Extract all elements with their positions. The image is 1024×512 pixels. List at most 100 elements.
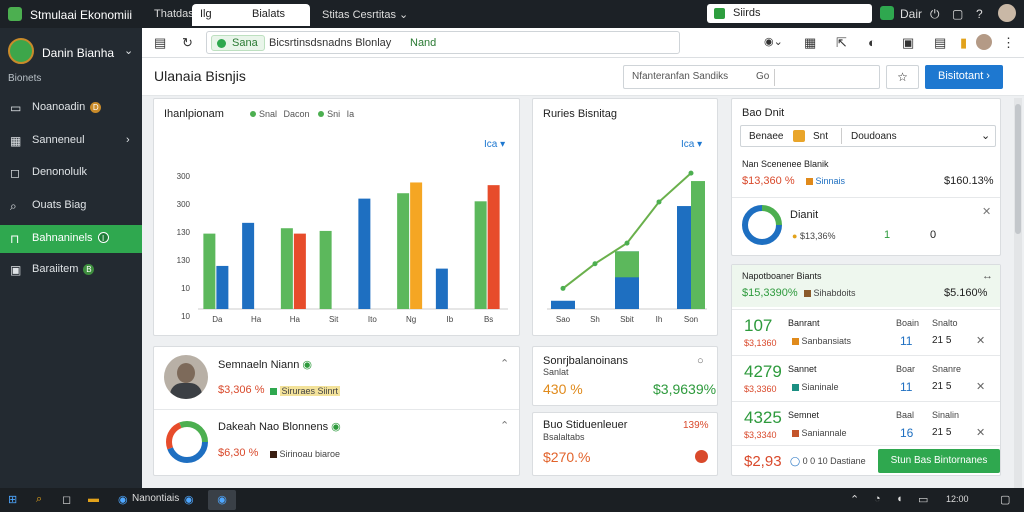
star-icon: ☆ bbox=[897, 70, 908, 84]
active-app-icon[interactable]: ◉ bbox=[208, 490, 236, 510]
top-search[interactable]: Siirds bbox=[707, 4, 872, 23]
orange-square-icon bbox=[806, 178, 813, 186]
profile-1-value: $3,306 % bbox=[218, 384, 265, 396]
chat-icon[interactable]: ◻ bbox=[62, 493, 71, 506]
info-icon[interactable]: ○ bbox=[697, 355, 704, 367]
close-icon[interactable]: ✕ bbox=[982, 205, 991, 218]
alert-icon[interactable] bbox=[695, 450, 708, 463]
bar bbox=[474, 201, 487, 309]
refresh-icon[interactable]: ↻ bbox=[182, 35, 193, 51]
primary-button[interactable]: Bisitotant › bbox=[925, 65, 1003, 89]
y-tick-label: 300 bbox=[177, 200, 191, 209]
row-close-icon[interactable]: ✕ bbox=[976, 426, 985, 439]
address-bar[interactable]: Sana Bicsrtinsdsnadns Blonlay Nand bbox=[206, 31, 680, 54]
filter-1[interactable]: Benaee bbox=[749, 131, 783, 142]
network-icon[interactable]: ◔ bbox=[874, 493, 881, 505]
note-icon[interactable]: ▮ bbox=[960, 35, 967, 51]
donut-value: ● $13,36% bbox=[792, 231, 835, 241]
chevron-right-icon: › bbox=[126, 134, 130, 146]
star-button[interactable]: ☆ bbox=[886, 65, 919, 89]
sidebar-item-4[interactable]: ⌕ Ouats Biag bbox=[0, 192, 142, 220]
layout-icon[interactable]: ▤ bbox=[154, 35, 166, 51]
scrollbar[interactable] bbox=[1014, 98, 1022, 488]
list-item[interactable]: 4279 $3,3360 Sannet Sianinale Boar Snanr… bbox=[732, 355, 1000, 401]
profile-avatar[interactable] bbox=[976, 34, 992, 50]
status-icon[interactable] bbox=[880, 6, 894, 20]
bar bbox=[203, 233, 216, 309]
tab-2[interactable]: Ilg Bialats bbox=[192, 4, 310, 26]
taskbar-label[interactable]: Nanontiais bbox=[132, 493, 179, 504]
side-combo-chart: Sao Sh Sbit Ih Son bbox=[547, 170, 707, 324]
eye-icon[interactable]: ◉⌄ bbox=[764, 35, 783, 48]
sidebar-item-label: Ouats Biag bbox=[32, 199, 87, 211]
main-chart-selector[interactable]: Ica ▾ bbox=[484, 139, 505, 150]
list-item[interactable]: 4325 $3,3340 Semnet Saniannale Baal Sina… bbox=[732, 401, 1000, 447]
right-panel-title: Bao Dnit bbox=[742, 107, 785, 119]
footer-value: $2,93 bbox=[744, 453, 782, 470]
panel-header: Napotboaner Biants bbox=[742, 271, 822, 281]
sidebar-item-5[interactable]: ⊓ Bahnaninels I bbox=[0, 225, 142, 253]
chevron-up-icon[interactable]: ⌃ bbox=[850, 493, 859, 506]
sidebar-item-1[interactable]: ▭ Noanoadin D bbox=[0, 94, 142, 122]
bar bbox=[242, 222, 255, 309]
browser-icon[interactable]: ◉ bbox=[118, 493, 128, 506]
brand-logo-icon bbox=[8, 38, 34, 64]
filter-3[interactable]: Doudoans bbox=[851, 131, 897, 142]
user-avatar[interactable] bbox=[998, 4, 1016, 22]
sidebar-brand[interactable]: Danin Bianha ⌄ bbox=[6, 34, 138, 68]
app-logo-icon bbox=[8, 7, 22, 21]
row-close-icon[interactable]: ✕ bbox=[976, 380, 985, 393]
address-chip[interactable]: Sana bbox=[211, 35, 265, 51]
filter-2[interactable]: Snt bbox=[813, 131, 828, 142]
cursor-icon[interactable]: ⇱ bbox=[836, 35, 847, 51]
collapse-icon[interactable]: ⌃ bbox=[500, 357, 509, 370]
row-sub: $3,3360 bbox=[744, 384, 777, 394]
filter-bar[interactable]: Benaee Snt Doudoans ⌄ bbox=[740, 125, 996, 147]
expand-icon[interactable]: ↔ bbox=[982, 270, 993, 282]
sidebar-item-2[interactable]: ▦ Sanneneul › bbox=[0, 127, 142, 155]
collapse-icon[interactable]: ⌃ bbox=[500, 419, 509, 432]
row-close-icon[interactable]: ✕ bbox=[976, 334, 985, 347]
battery-icon[interactable]: ▭ bbox=[918, 493, 928, 506]
search-icon[interactable]: ⌕ bbox=[36, 493, 42, 506]
sidebar-item-3[interactable]: ◻ Denonolulk bbox=[0, 159, 142, 187]
sidebar-item-6[interactable]: ▣ Baraiitem B bbox=[0, 256, 142, 284]
brand-label: Danin Bianha bbox=[42, 46, 115, 60]
side-chart-selector[interactable]: Ica ▾ bbox=[681, 139, 702, 150]
x-tick-label: Sh bbox=[590, 315, 600, 324]
start-icon[interactable]: ⊞ bbox=[8, 493, 17, 506]
footer-button[interactable]: Stun Bas Bintornanes bbox=[878, 449, 1000, 473]
power-icon[interactable]: ⏻ bbox=[930, 7, 940, 22]
search-divider bbox=[774, 69, 775, 86]
x-tick-label: Ha bbox=[251, 315, 262, 324]
x-tick-label: Sit bbox=[329, 315, 339, 324]
primary-button-label: Bisitotant bbox=[938, 70, 984, 82]
help-icon[interactable]: ? bbox=[976, 7, 983, 21]
bar bbox=[293, 233, 306, 309]
save-icon[interactable]: ▤ bbox=[934, 35, 946, 51]
sidebar-item-label: Sanneneul bbox=[32, 134, 85, 146]
window-icon[interactable]: ▢ bbox=[952, 7, 963, 21]
scrollbar-thumb[interactable] bbox=[1015, 104, 1021, 234]
profile-2-tag: Sirinoau biaroe bbox=[270, 449, 340, 459]
calendar-icon[interactable]: ▦ bbox=[804, 35, 816, 51]
list-item[interactable]: 107 $3,1360 Banrant Sanbansiats Boain Sn… bbox=[732, 309, 1000, 355]
edge-icon[interactable]: ◉ bbox=[184, 493, 194, 506]
row-h2: Snalto bbox=[932, 318, 958, 328]
compass-icon[interactable]: ◐ bbox=[868, 35, 876, 50]
folder-icon[interactable]: ▬ bbox=[88, 493, 99, 505]
right-donut bbox=[742, 205, 782, 245]
notification-icon[interactable]: ▢ bbox=[1000, 493, 1010, 506]
chat-bubble-icon[interactable]: ▣ bbox=[902, 35, 914, 51]
x-tick-label: Sbit bbox=[620, 315, 635, 324]
y-tick-label: 300 bbox=[177, 172, 191, 181]
volume-icon[interactable]: ◖ bbox=[896, 493, 903, 505]
tab-4[interactable]: Stitas Cesrtitas ⌄ bbox=[314, 4, 416, 26]
more-icon[interactable]: ⋮ bbox=[1002, 35, 1015, 51]
divider bbox=[732, 445, 1000, 446]
profile-1-tag: Siruraes Siinrt bbox=[270, 386, 341, 396]
page-search-input[interactable]: Nfanteranfan Sandiks Go bbox=[623, 65, 880, 89]
stat-right: $160.13% bbox=[944, 175, 994, 187]
green-square-icon bbox=[270, 388, 277, 396]
chevron-down-icon: ⌄ bbox=[981, 130, 991, 142]
